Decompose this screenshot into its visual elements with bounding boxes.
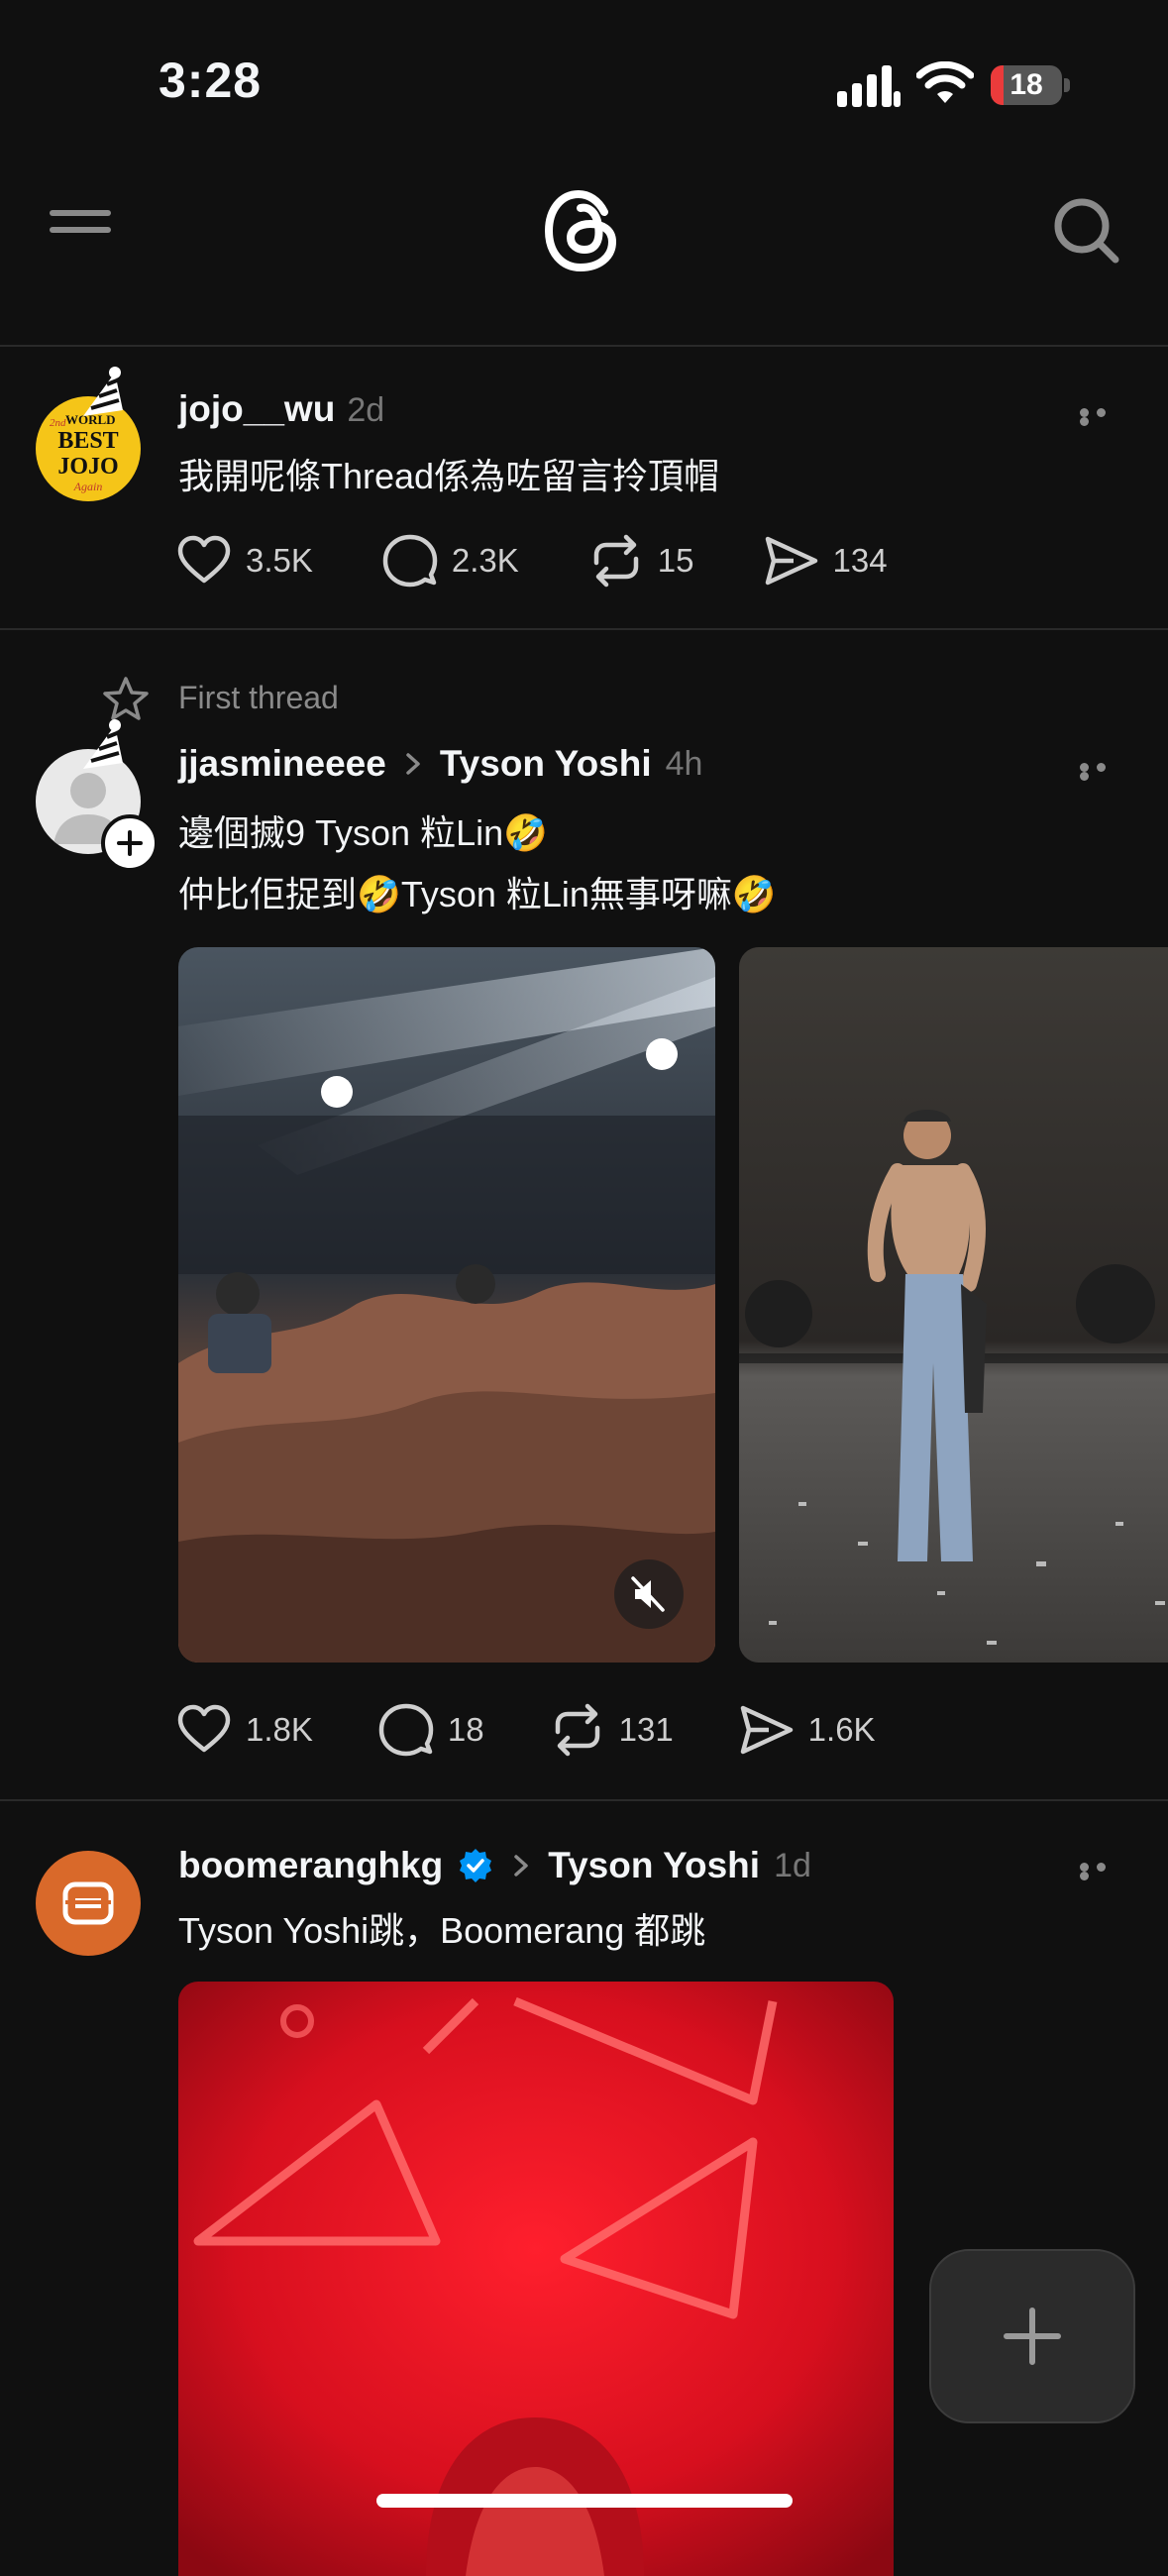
plus-icon — [1004, 2308, 1061, 2365]
post-time: 4h — [665, 744, 703, 783]
post-video[interactable] — [178, 1982, 894, 2576]
reply-button[interactable]: 18 — [378, 1702, 484, 1758]
boomerang-logo — [62, 1881, 114, 1925]
star-icon — [103, 677, 149, 720]
repost-icon — [593, 534, 639, 588]
share-count: 134 — [832, 542, 888, 579]
heart-icon — [177, 1704, 231, 1753]
post-time: 1d — [774, 1846, 811, 1884]
party-hat-icon — [83, 719, 123, 769]
post-time: 2d — [347, 391, 385, 429]
post-divider — [0, 1799, 1168, 1801]
post-text-line-2: 仲比佢捉到🤣Tyson 粒Lin無事呀嘛🤣 — [178, 874, 777, 914]
like-count: 1.8K — [246, 1711, 313, 1748]
plus-icon — [117, 830, 143, 856]
repost-button[interactable]: 15 — [588, 533, 694, 589]
share-button[interactable]: 1.6K — [739, 1702, 876, 1758]
first-thread-label: First thread — [178, 680, 339, 715]
post-divider — [0, 628, 1168, 630]
wifi-icon — [916, 61, 974, 103]
heart-icon — [177, 535, 231, 584]
share-button[interactable]: 134 — [764, 533, 888, 589]
repost-button[interactable]: 131 — [550, 1702, 674, 1758]
party-hat-icon — [83, 367, 123, 416]
share-count: 1.6K — [807, 1711, 876, 1748]
post-image[interactable] — [739, 947, 1168, 1663]
post-username[interactable]: jjasmineeee — [178, 743, 386, 785]
reply-count: 2.3K — [451, 542, 519, 579]
reply-icon — [378, 1703, 434, 1757]
header-divider — [0, 345, 1168, 347]
avatar-text-3: BEST — [57, 428, 118, 454]
verified-badge-icon — [460, 1849, 492, 1882]
battery-icon: 18 — [991, 65, 1070, 105]
battery-level: 18 — [1009, 68, 1043, 101]
concert-crowd-image — [178, 947, 715, 1663]
reply-icon — [382, 534, 438, 588]
stage-performer-image — [739, 947, 1168, 1663]
repost-count: 131 — [618, 1711, 674, 1748]
new-thread-button[interactable] — [929, 2249, 1135, 2423]
cellular-signal-icon — [837, 65, 901, 107]
reply-button[interactable]: 2.3K — [382, 533, 519, 589]
like-button[interactable]: 3.5K — [176, 533, 313, 589]
share-icon — [765, 536, 817, 586]
muted-speaker-icon — [631, 1576, 665, 1612]
repost-icon — [555, 1703, 599, 1757]
post-video[interactable] — [178, 947, 715, 1663]
chevron-right-icon — [406, 753, 420, 775]
avatar-text-4: JOJO — [57, 454, 118, 480]
repost-count: 15 — [657, 542, 694, 579]
reply-count: 18 — [447, 1711, 484, 1748]
status-time: 3:28 — [159, 53, 263, 108]
post-username[interactable]: jojo__wu — [178, 388, 335, 430]
menu-icon[interactable] — [50, 210, 113, 250]
post-username[interactable]: boomeranghkg — [178, 1845, 443, 1886]
post-text-line-1: 邊個搣9 Tyson 粒Lin🤣 — [178, 812, 548, 853]
red-stage-image — [178, 1982, 894, 2576]
like-count: 3.5K — [246, 542, 313, 579]
more-options-icon[interactable] — [1080, 1863, 1123, 1880]
more-options-icon[interactable] — [1080, 408, 1123, 426]
post-text: Tyson Yoshi跳，Boomerang 都跳 — [178, 1910, 706, 1951]
reply-to-username[interactable]: Tyson Yoshi — [548, 1845, 760, 1886]
search-icon[interactable] — [1052, 196, 1121, 266]
threads-logo[interactable] — [543, 188, 622, 273]
avatar-text-5: Again — [73, 480, 103, 493]
avatar[interactable] — [36, 1851, 141, 1956]
share-icon — [740, 1705, 793, 1755]
chevron-right-icon — [514, 1855, 528, 1877]
follow-button[interactable] — [101, 814, 159, 872]
post-text: 我開呢條Thread係為咗留言拎頂帽 — [178, 456, 720, 496]
home-indicator — [376, 2494, 793, 2508]
reply-to-username[interactable]: Tyson Yoshi — [440, 743, 652, 785]
like-button[interactable]: 1.8K — [176, 1702, 313, 1758]
mute-button[interactable] — [614, 1559, 684, 1629]
more-options-icon[interactable] — [1080, 763, 1123, 781]
